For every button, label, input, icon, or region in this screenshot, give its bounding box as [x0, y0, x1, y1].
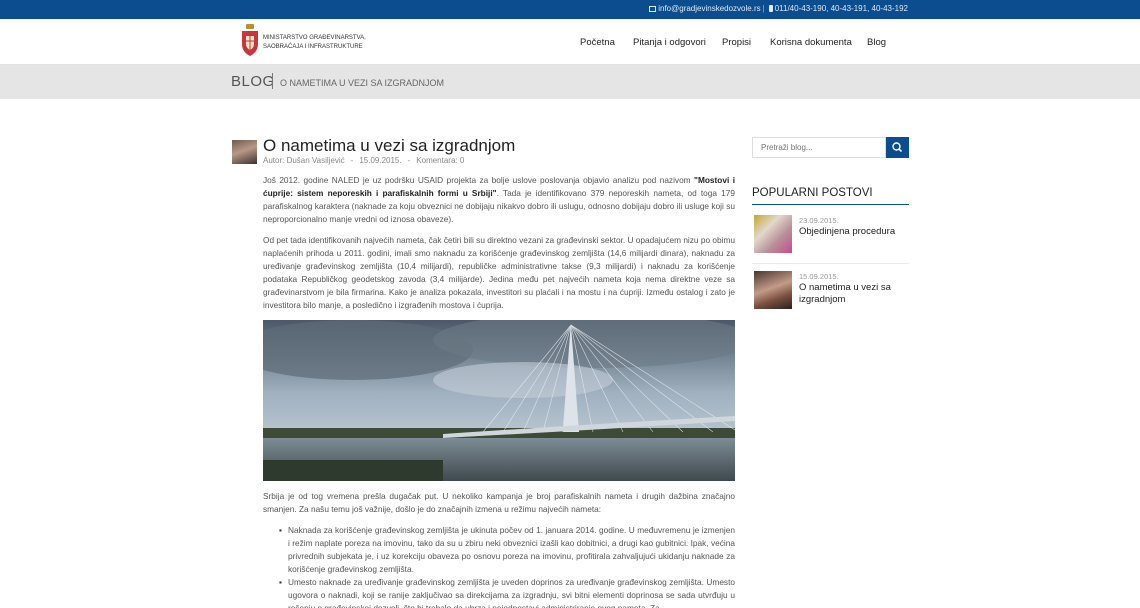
article-title: O nametima u vezi sa izgradnjom — [263, 136, 516, 155]
popular-post-title[interactable]: O nametima u vezi sa izgradnjom — [799, 282, 909, 306]
nav-item-pitanja[interactable]: Pitanja i odgovori — [633, 37, 706, 48]
meta-separator: - — [407, 156, 411, 165]
p1-text: Još 2012. godine NALED je uz podršku USA… — [263, 175, 695, 185]
nav-item-blog[interactable]: Blog — [867, 37, 886, 48]
bridge-photo — [263, 320, 735, 481]
author-avatar — [232, 140, 257, 164]
site-header: MINISTARSTVO GRAĐEVINARSTVA, SAOBRAĆAJA … — [0, 19, 1140, 65]
article-meta: Autor: Dušan Vasiljević -15.09.2015. - Kome… — [263, 156, 464, 165]
contact-info: info@gradjevinskedozvole.rs | 011/40-43-19… — [649, 4, 908, 13]
meta-separator: - — [350, 156, 354, 165]
article-paragraph-1: Još 2012. godine NALED je uz podršku USA… — [263, 174, 735, 226]
article-date: 15.09.2015. — [359, 156, 402, 165]
popular-post-thumbnail[interactable] — [754, 271, 792, 309]
nav-item-pocetna[interactable]: Početna — [580, 37, 615, 48]
popular-posts-underline — [752, 204, 909, 205]
popular-post-date: 23.09.2015. — [799, 216, 839, 225]
popular-posts-title: POPULARNI POSTOVI — [752, 187, 873, 199]
popular-post-title[interactable]: Objedinjena procedura — [799, 226, 909, 238]
search-button[interactable] — [886, 137, 909, 158]
logo-text: MINISTARSTVO GRAĐEVINARSTVA, SAOBRAĆAJA … — [263, 35, 366, 50]
popular-post-date: 15.09.2015. — [799, 272, 839, 281]
top-contact-bar: info@gradjevinskedozvole.rs | 011/40-43-19… — [0, 0, 1140, 19]
popular-post-thumbnail[interactable] — [754, 215, 792, 253]
article-bullet-list: Naknada za korišćenje građevinskog zemlj… — [279, 524, 735, 608]
contact-email[interactable]: info@gradjevinskedozvole.rs — [658, 4, 760, 13]
phone-icon — [768, 5, 773, 12]
coat-of-arms-logo[interactable] — [240, 24, 260, 57]
envelope-icon — [649, 6, 657, 12]
search-input[interactable] — [752, 137, 886, 158]
article-paragraph-2: Od pet tada identifikovanih najvećih nam… — [263, 235, 735, 310]
search-icon — [892, 142, 903, 153]
breadcrumb: BLOG O NAMETIMA U VEZI SA IZGRADNJOM — [0, 65, 1140, 99]
breadcrumb-divider — [272, 73, 273, 89]
article-comments[interactable]: Komentara: 0 — [416, 156, 464, 165]
sidebar-divider — [752, 263, 909, 264]
nav-item-korisna-dokumenta[interactable]: Korisna dokumenta — [770, 37, 852, 48]
article-author: Autor: Dušan Vasiljević — [263, 156, 345, 165]
contact-separator: | — [762, 4, 765, 13]
blog-search — [752, 137, 909, 158]
contact-phone: 011/40-43-190, 40-43-191, 40-43-192 — [774, 4, 908, 13]
list-item: Umesto naknade za uređivanje građevinsko… — [279, 576, 735, 608]
list-item: Naknada za korišćenje građevinskog zemlj… — [279, 524, 735, 576]
breadcrumb-section[interactable]: BLOG — [231, 73, 275, 90]
breadcrumb-current: O NAMETIMA U VEZI SA IZGRADNJOM — [280, 78, 445, 88]
nav-item-propisi[interactable]: Propisi — [722, 37, 751, 48]
article-paragraph-3: Srbija je od tog vremena prešla dugačak … — [263, 491, 735, 514]
